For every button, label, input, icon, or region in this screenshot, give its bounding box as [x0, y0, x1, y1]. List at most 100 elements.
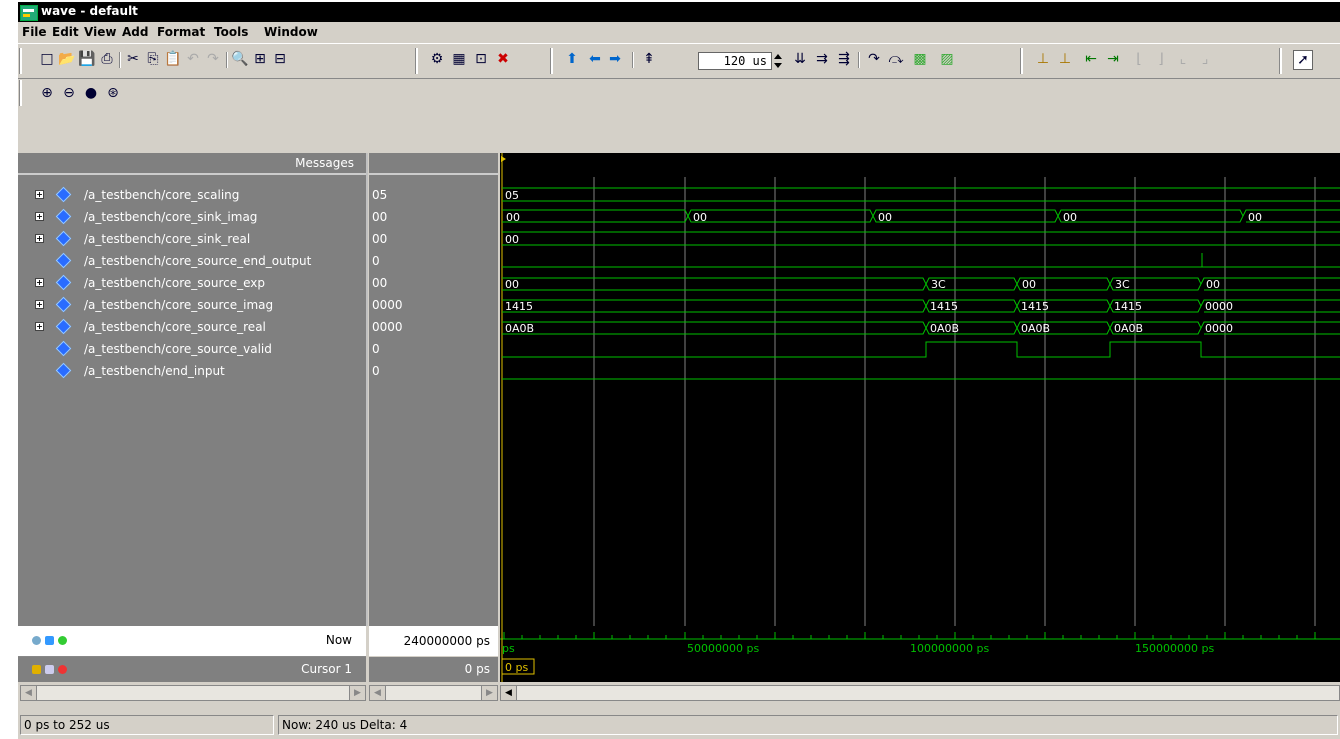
wave-label: 3C	[1115, 278, 1130, 291]
run-length-input[interactable]: 120 us	[698, 52, 772, 70]
signal-row-core-source-real[interactable]: + /a_testbench/core_source_real	[18, 316, 366, 338]
signal-row-core-sink-imag[interactable]: + /a_testbench/core_sink_imag	[18, 206, 366, 228]
delete-cursor-icon[interactable]: ⊥	[1056, 50, 1074, 68]
plus-cursor-icon[interactable]	[58, 636, 67, 645]
cut-icon[interactable]: ✂	[124, 50, 142, 68]
delete-cursor-icon[interactable]	[58, 665, 67, 674]
collapse-tree-icon[interactable]: ⊟	[271, 50, 289, 68]
wrench-icon[interactable]	[45, 665, 54, 674]
signal-row-core-sink-real[interactable]: + /a_testbench/core_sink_real	[18, 228, 366, 250]
wave-label: 0A0B	[505, 322, 534, 335]
simulate-icon[interactable]: ▦	[450, 50, 468, 68]
expand-tree-icon[interactable]: ⊞	[251, 50, 269, 68]
falling-edge-icon[interactable]: ⌊	[1130, 50, 1148, 68]
wave-label: 0A0B	[1114, 322, 1143, 335]
zoom-in-icon[interactable]: ⊕	[38, 84, 56, 102]
step-into-icon[interactable]: ↷	[865, 50, 883, 68]
toolbar-separator	[858, 52, 860, 68]
edit-cursor-icon[interactable]	[45, 636, 54, 645]
expand-icon[interactable]: +	[35, 278, 44, 287]
scroll-right-icon[interactable]: ▶	[481, 686, 497, 700]
add-cursor-icon[interactable]	[32, 636, 41, 645]
copy-icon[interactable]: ⎘	[144, 50, 162, 68]
find-icon[interactable]: 🔍	[231, 50, 249, 68]
arrow-right-icon[interactable]: ➡	[606, 50, 624, 68]
signal-name: /a_testbench/core_source_exp	[84, 276, 266, 290]
scroll-left-icon[interactable]: ◀	[370, 686, 386, 700]
insert-cursor-icon[interactable]: ⊥	[1034, 50, 1052, 68]
undo-icon[interactable]: ↶	[184, 50, 202, 68]
signal-diamond-icon	[55, 318, 72, 335]
expand-icon[interactable]: +	[35, 300, 44, 309]
next-edge-icon[interactable]: ⇥	[1104, 50, 1122, 68]
wave-label: 0000	[1205, 300, 1233, 313]
menu-tools[interactable]: Tools	[214, 25, 248, 39]
prev-falling-edge-icon[interactable]: ⌞	[1174, 50, 1192, 68]
signal-row-core-source-exp[interactable]: + /a_testbench/core_source_exp	[18, 272, 366, 294]
performance-icon[interactable]: ▨	[938, 50, 956, 68]
ruler-label: 100000000 ps	[910, 642, 989, 655]
status-now: Now: 240 us Delta: 4	[278, 715, 1338, 735]
rising-edge-icon[interactable]: ⌋	[1152, 50, 1170, 68]
arrow-left-icon[interactable]: ⬅	[586, 50, 604, 68]
next-rising-edge-icon[interactable]: ⌟	[1196, 50, 1214, 68]
paste-icon[interactable]: 📋	[164, 50, 182, 68]
lock-icon[interactable]	[32, 665, 41, 674]
restart-icon[interactable]: ⇞	[640, 50, 658, 68]
menu-format[interactable]: Format	[157, 25, 205, 39]
signal-row-core-source-valid[interactable]: /a_testbench/core_source_valid	[18, 338, 366, 360]
new-file-icon[interactable]: □	[38, 50, 56, 68]
wave-label: 0A0B	[930, 322, 959, 335]
signal-row-core-source-imag[interactable]: + /a_testbench/core_source_imag	[18, 294, 366, 316]
break-icon[interactable]: ⊡	[472, 50, 490, 68]
menu-window[interactable]: Window	[264, 25, 318, 39]
redo-icon[interactable]: ↷	[204, 50, 222, 68]
run-icon[interactable]: ⇊	[791, 50, 809, 68]
expand-icon[interactable]: +	[35, 190, 44, 199]
menu-file[interactable]: File	[22, 25, 47, 39]
wave-bus-segment	[1200, 277, 1340, 291]
expand-icon[interactable]: +	[35, 212, 44, 221]
open-folder-icon[interactable]: 📂	[58, 50, 76, 68]
compile-icon[interactable]: ⚙	[428, 50, 446, 68]
menu-add[interactable]: Add	[122, 25, 148, 39]
dataflow-icon[interactable]: ▩	[911, 50, 929, 68]
zoom-cursor-icon[interactable]: ⊛	[104, 84, 122, 102]
toolbar-separator	[632, 52, 634, 68]
run-all-icon[interactable]: ⇶	[835, 50, 853, 68]
waveform-pane[interactable]: 05 00 00 00 00 00 00 00 3C 00 3C 00 1415…	[500, 153, 1340, 626]
wave-label: 1415	[1021, 300, 1049, 313]
stop-icon[interactable]: ✖	[494, 50, 512, 68]
names-scrollbar[interactable]: ◀ ▶	[20, 685, 366, 701]
expand-icon[interactable]: +	[35, 234, 44, 243]
signal-row-end-input[interactable]: /a_testbench/end_input	[18, 360, 366, 382]
scroll-left-icon[interactable]: ◀	[501, 686, 517, 700]
arrow-up-icon[interactable]: ⬆	[563, 50, 581, 68]
scroll-right-icon[interactable]: ▶	[349, 686, 365, 700]
prev-edge-icon[interactable]: ⇤	[1082, 50, 1100, 68]
select-mode-icon[interactable]: ➚	[1293, 50, 1313, 70]
wave-label: 00	[1022, 278, 1036, 291]
signal-values-pane: 05 00 00 0 00 0000 0000 0 0	[369, 153, 498, 626]
print-icon[interactable]: ⎙	[98, 50, 116, 68]
signal-value: 0	[372, 254, 380, 268]
step-over-icon[interactable]: ⤼	[887, 50, 905, 68]
expand-icon[interactable]: +	[35, 322, 44, 331]
wave-bus-segment	[502, 321, 927, 335]
values-scrollbar[interactable]: ◀ ▶	[369, 685, 498, 701]
menu-edit[interactable]: Edit	[52, 25, 79, 39]
signal-row-core-scaling[interactable]: + /a_testbench/core_scaling	[18, 184, 366, 206]
zoom-out-icon[interactable]: ⊖	[60, 84, 78, 102]
save-icon[interactable]: 💾	[78, 50, 96, 68]
continue-icon[interactable]: ⇉	[813, 50, 831, 68]
zoom-full-icon[interactable]: ●	[82, 84, 100, 102]
wave-label: 00	[505, 278, 519, 291]
scroll-left-icon[interactable]: ◀	[21, 686, 37, 700]
wave-label: 0A0B	[1021, 322, 1050, 335]
run-length-spinner-icon[interactable]	[772, 52, 784, 70]
signal-row-core-source-end-output[interactable]: /a_testbench/core_source_end_output	[18, 250, 366, 272]
menu-view[interactable]: View	[84, 25, 116, 39]
cursor-flag-label: 0 ps	[505, 661, 528, 674]
waveform-scrollbar[interactable]: ◀	[500, 685, 1340, 701]
status-range: 0 ps to 252 us	[20, 715, 274, 735]
